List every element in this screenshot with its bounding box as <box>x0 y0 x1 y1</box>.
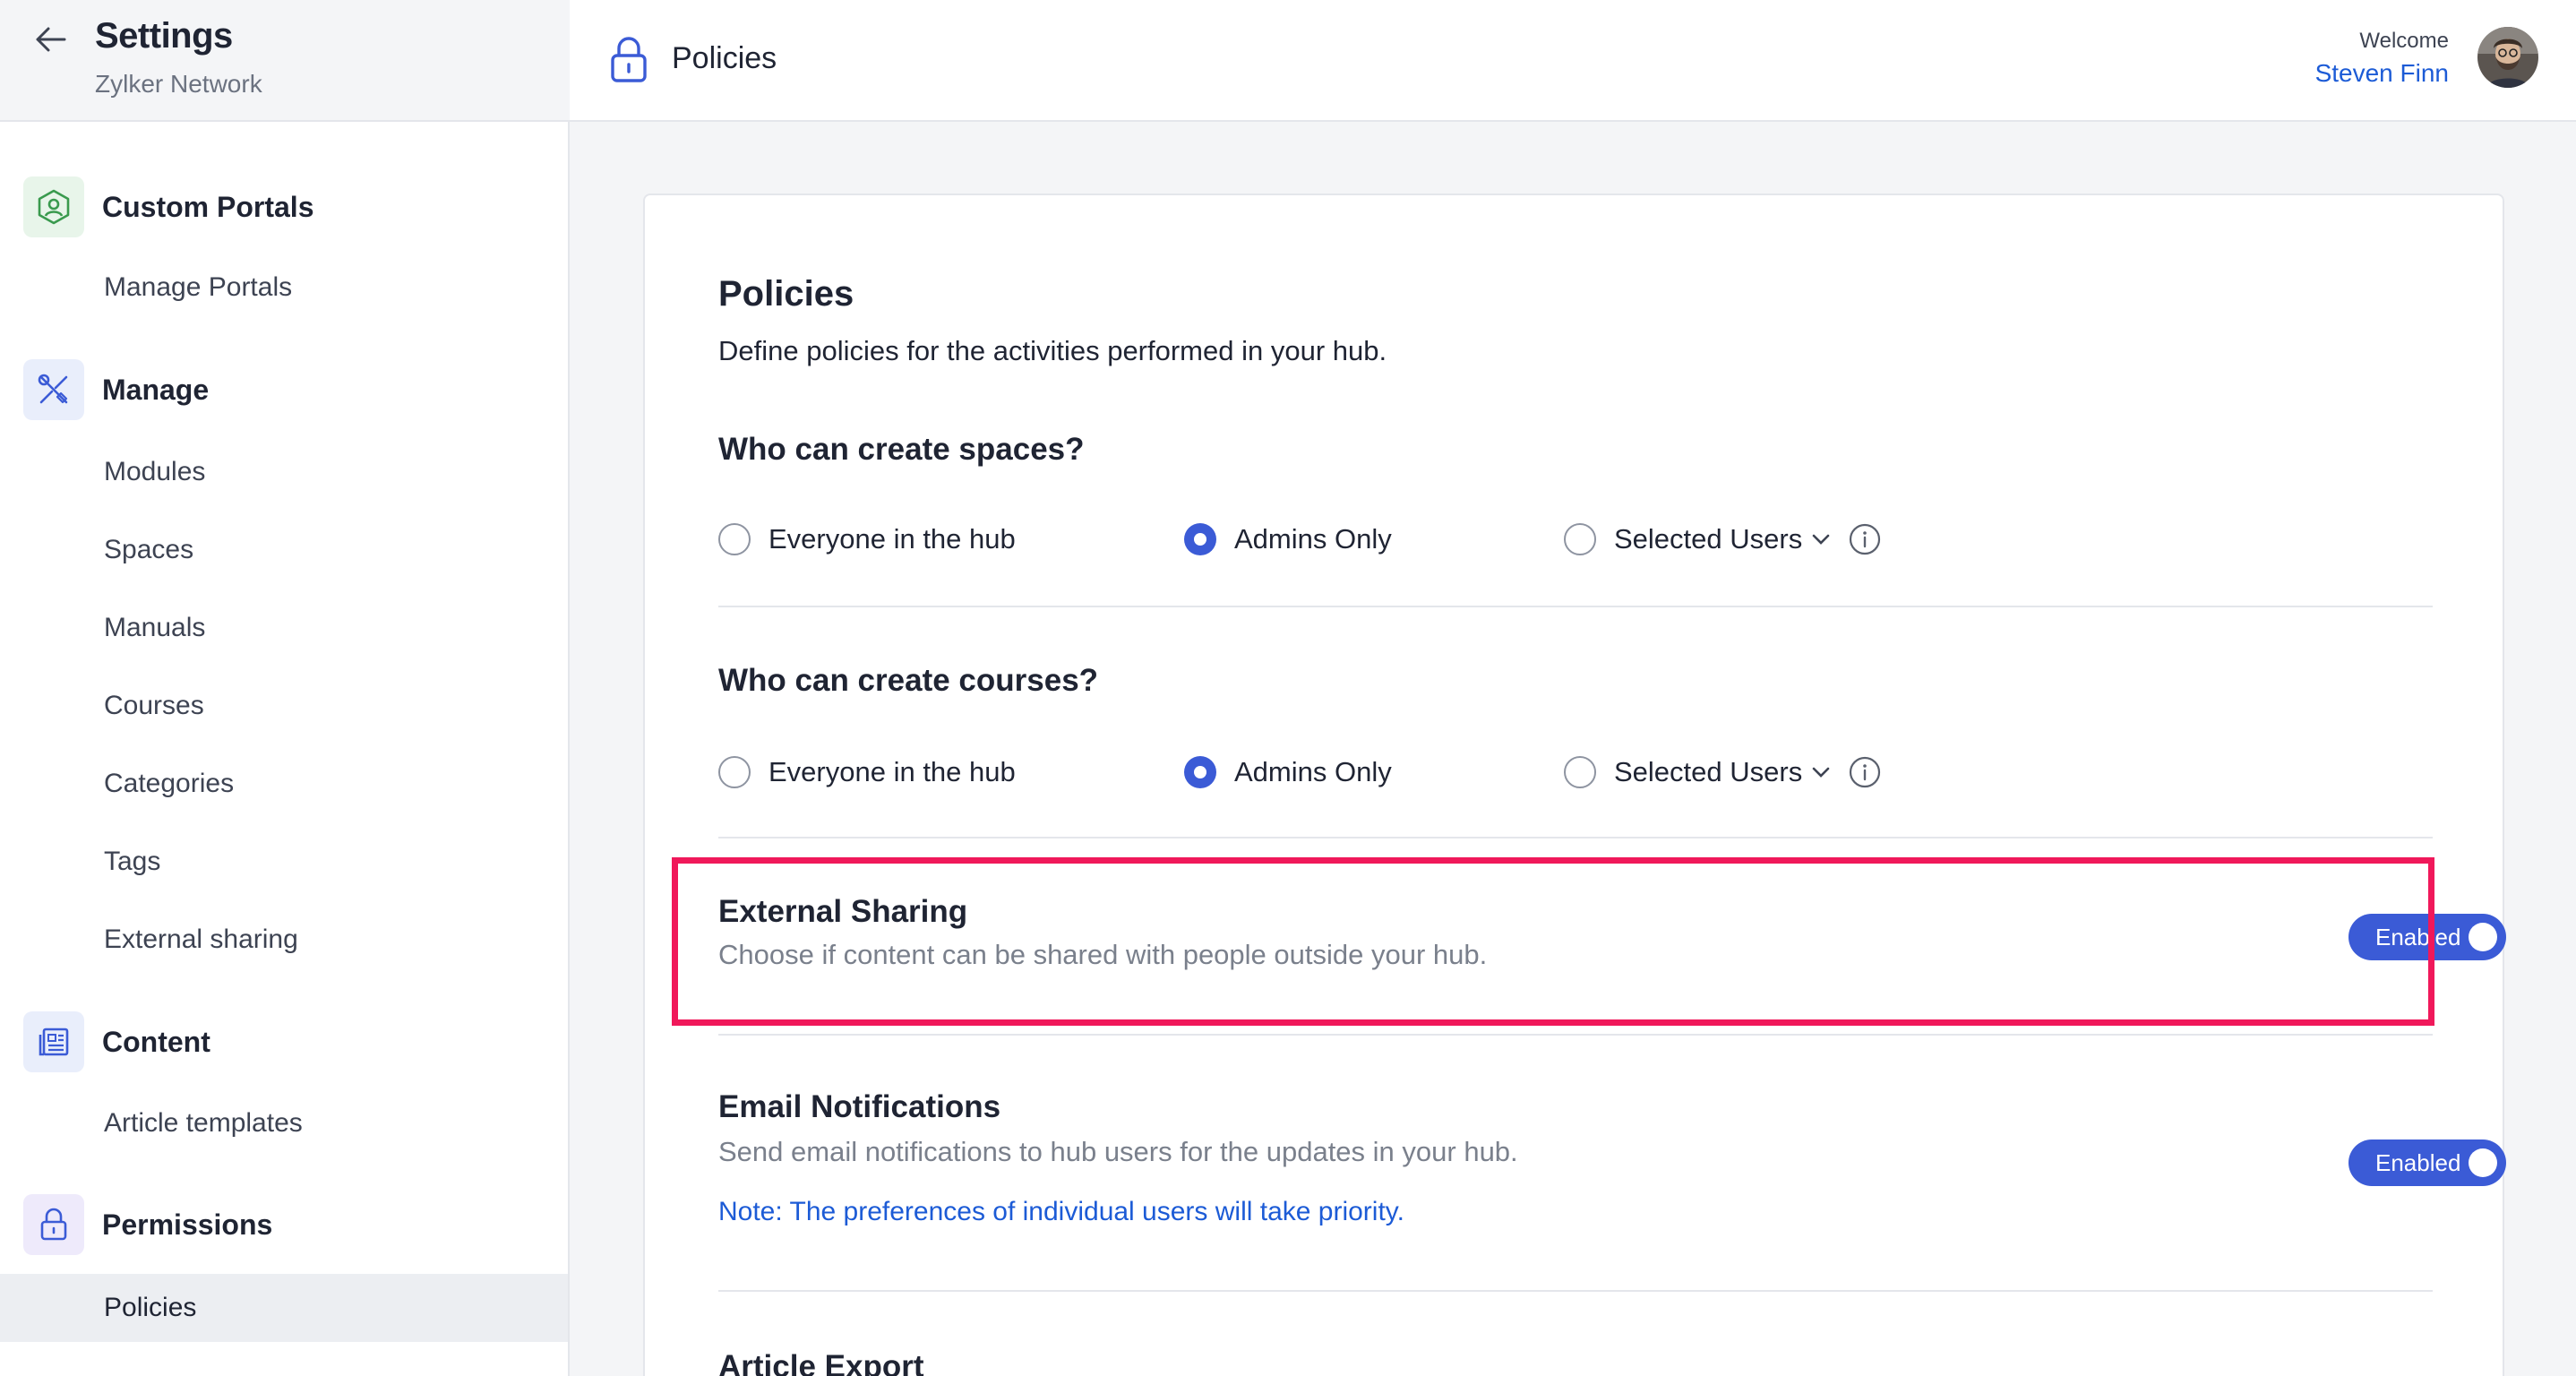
info-icon[interactable] <box>1849 756 1881 788</box>
question-create-courses: Who can create courses? <box>718 663 1099 698</box>
radio-label: Everyone in the hub <box>769 756 1016 787</box>
sidebar-item-courses[interactable]: Courses <box>104 691 204 721</box>
radio-button-selected[interactable] <box>1184 756 1216 788</box>
external-sharing-toggle[interactable]: Enabled <box>2348 914 2506 960</box>
radio-label: Selected Users <box>1614 756 1803 787</box>
policies-card: Policies Define policies for the activit… <box>643 194 2506 1376</box>
radio-admins-only[interactable]: Admins Only <box>1184 754 1392 790</box>
sidebar-title: Settings <box>95 16 233 56</box>
page-title: Policies <box>672 41 777 75</box>
radio-label: Selected Users <box>1614 523 1803 555</box>
radio-everyone[interactable]: Everyone in the hub <box>718 521 1016 557</box>
portal-icon <box>23 176 84 237</box>
welcome-text: Welcome <box>2359 29 2449 53</box>
radio-button[interactable] <box>1564 523 1596 555</box>
external-sharing-description: Choose if content can be shared with peo… <box>718 939 1488 970</box>
sidebar-item-label: Policies <box>104 1293 197 1322</box>
sidebar-item-article-templates[interactable]: Article templates <box>104 1108 303 1139</box>
lock-icon <box>23 1194 84 1255</box>
divider <box>718 1290 2433 1292</box>
sidebar-item-policies[interactable]: Policies <box>0 1274 568 1342</box>
radio-everyone[interactable]: Everyone in the hub <box>718 754 1016 790</box>
section-content: Content <box>23 1010 210 1073</box>
divider <box>718 606 2433 607</box>
radio-admins-only[interactable]: Admins Only <box>1184 521 1392 557</box>
sidebar-item-modules[interactable]: Modules <box>104 457 205 487</box>
radio-button[interactable] <box>718 523 751 555</box>
toggle-label: Enabled <box>2375 1148 2461 1176</box>
sidebar-subtitle: Zylker Network <box>95 70 262 98</box>
toggle-knob <box>2469 923 2497 951</box>
section-label: Permissions <box>102 1208 273 1241</box>
radio-group-courses: Everyone in the hub Admins Only Selected… <box>718 754 1972 790</box>
policies-description: Define policies for the activities perfo… <box>718 335 1387 366</box>
policies-title: Policies <box>718 274 854 314</box>
email-notifications-note: Note: The preferences of individual user… <box>718 1197 1404 1226</box>
info-icon[interactable] <box>1849 523 1881 555</box>
divider <box>718 837 2433 838</box>
email-notifications-toggle[interactable]: Enabled <box>2348 1140 2506 1186</box>
radio-label: Admins Only <box>1234 756 1392 787</box>
radio-selected-users[interactable]: Selected Users <box>1564 521 1833 557</box>
sidebar-item-categories[interactable]: Categories <box>104 769 234 799</box>
section-label: Manage <box>102 373 210 406</box>
radio-selected-users[interactable]: Selected Users <box>1564 754 1833 790</box>
chevron-down-icon[interactable] <box>1811 529 1833 550</box>
section-custom-portals: Custom Portals <box>23 176 313 238</box>
lock-icon <box>609 36 648 84</box>
radio-label: Everyone in the hub <box>769 523 1016 555</box>
toggle-label: Enabled <box>2375 923 2461 950</box>
sidebar-item-manage-portals[interactable]: Manage Portals <box>104 272 292 303</box>
radio-button[interactable] <box>718 756 751 788</box>
radio-button-selected[interactable] <box>1184 523 1216 555</box>
top-bar: Policies Welcome Steven Finn <box>570 0 2576 122</box>
settings-app: Settings Zylker Network Custom Portals M… <box>0 0 2576 1376</box>
avatar[interactable] <box>2477 27 2538 88</box>
sidebar-item-external-sharing[interactable]: External sharing <box>104 924 298 955</box>
section-label: Content <box>102 1025 210 1058</box>
section-label: Custom Portals <box>102 190 314 223</box>
external-sharing-title: External Sharing <box>718 894 968 929</box>
chevron-down-icon[interactable] <box>1811 761 1833 783</box>
sidebar: Settings Zylker Network Custom Portals M… <box>0 0 570 1376</box>
radio-group-spaces: Everyone in the hub Admins Only Selected… <box>718 521 1972 557</box>
section-manage: Manage <box>23 358 209 421</box>
radio-label: Admins Only <box>1234 523 1392 555</box>
sidebar-item-spaces[interactable]: Spaces <box>104 535 193 565</box>
sidebar-item-tags[interactable]: Tags <box>104 847 160 877</box>
article-export-title: Article Export <box>718 1349 924 1376</box>
back-arrow-icon[interactable] <box>30 20 70 59</box>
content-icon <box>23 1011 84 1072</box>
sidebar-item-manuals[interactable]: Manuals <box>104 613 205 643</box>
toggle-knob <box>2469 1148 2497 1177</box>
radio-button[interactable] <box>1564 756 1596 788</box>
email-notifications-description: Send email notifications to hub users fo… <box>718 1136 1518 1167</box>
sidebar-header: Settings Zylker Network <box>0 0 570 122</box>
section-permissions: Permissions <box>23 1193 272 1256</box>
question-create-spaces: Who can create spaces? <box>718 432 1085 467</box>
user-name-link[interactable]: Steven Finn <box>2315 59 2449 88</box>
divider <box>718 1034 2433 1036</box>
tools-icon <box>23 359 84 420</box>
email-notifications-title: Email Notifications <box>718 1089 1001 1124</box>
